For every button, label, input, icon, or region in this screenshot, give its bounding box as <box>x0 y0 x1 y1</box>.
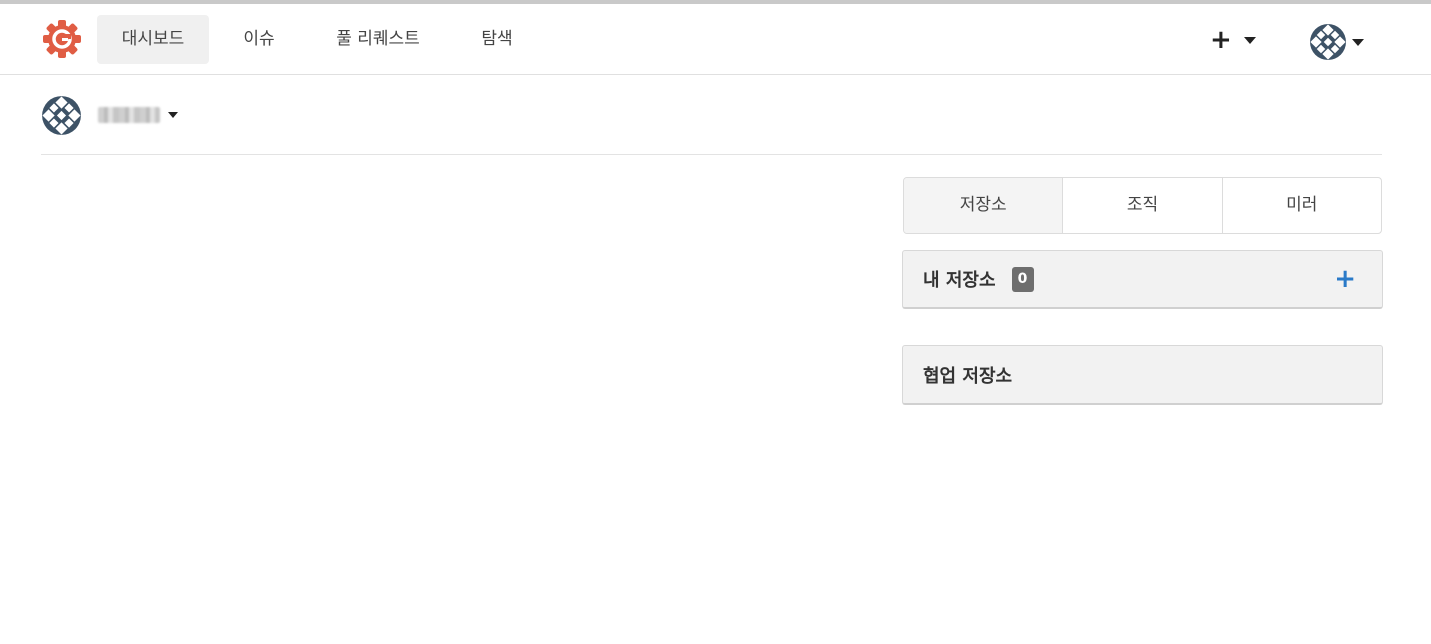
collaborative-repositories-title: 협업 저장소 <box>923 365 1013 387</box>
avatar-icon <box>1310 24 1346 60</box>
nav-pull-requests[interactable]: 풀 리퀘스트 <box>313 15 443 64</box>
add-repository-plus-icon[interactable]: + <box>1334 266 1356 292</box>
my-repositories-panel: 내 저장소 0 + <box>902 250 1383 309</box>
tab-organizations[interactable]: 조직 <box>1063 178 1223 233</box>
section-divider <box>41 154 1382 155</box>
avatar-icon <box>42 95 81 135</box>
repo-count-badge: 0 <box>1011 266 1034 292</box>
dashboard-tabs: 저장소 조직 미러 <box>903 177 1382 234</box>
create-new-dropdown[interactable]: + <box>1210 24 1274 56</box>
plus-icon: + <box>1210 25 1232 55</box>
my-repositories-title: 내 저장소 <box>923 270 996 291</box>
nav-explore[interactable]: 탐색 <box>466 15 528 64</box>
nav-dashboard[interactable]: 대시보드 <box>97 15 209 64</box>
user-menu-dropdown[interactable] <box>1309 23 1371 61</box>
caret-down-icon <box>168 112 178 118</box>
context-user-switcher[interactable]: user <box>41 95 201 135</box>
tab-mirrors[interactable]: 미러 <box>1223 178 1381 233</box>
my-repositories-header: 내 저장소 0 <box>923 251 1034 307</box>
gitea-logo-icon[interactable] <box>41 18 83 60</box>
context-username: user <box>98 105 122 118</box>
top-navbar: 대시보드 이슈 풀 리퀘스트 탐색 + <box>0 4 1431 75</box>
nav-issues[interactable]: 이슈 <box>228 15 290 64</box>
caret-down-icon <box>1352 38 1364 46</box>
tab-repositories[interactable]: 저장소 <box>904 178 1064 233</box>
collaborative-repositories-panel: 협업 저장소 <box>902 345 1383 405</box>
caret-down-icon <box>1243 36 1256 44</box>
